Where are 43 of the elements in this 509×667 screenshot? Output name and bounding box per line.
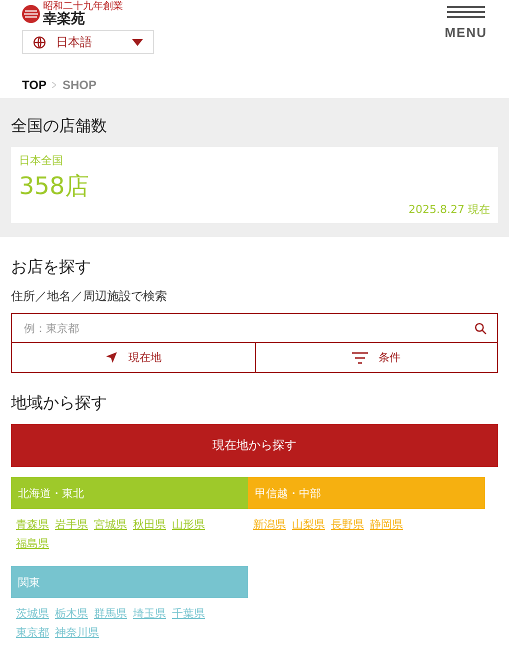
prefecture-link[interactable]: 秋田県	[133, 516, 166, 533]
prefecture-link[interactable]: 長野県	[331, 516, 364, 533]
prefecture-link[interactable]: 東京都	[16, 624, 49, 641]
prefecture-link[interactable]: 山形県	[172, 516, 205, 533]
search-nearby-button[interactable]: 現在地から探す	[11, 424, 498, 467]
store-count: 358店	[19, 171, 90, 202]
section-title: 地域から探す	[11, 393, 108, 414]
prefecture-link[interactable]: 静岡県	[370, 516, 403, 533]
prefecture-link[interactable]: 福島県	[16, 535, 49, 552]
caret-icon	[132, 38, 143, 46]
region-header: 関東	[11, 566, 248, 598]
search-field[interactable]: 例：東京都	[11, 313, 498, 343]
chevron-icon	[52, 82, 56, 88]
prefecture-link[interactable]: 宮城県	[94, 516, 127, 533]
prefecture-link[interactable]: 新潟県	[253, 516, 286, 533]
as-of-date: 2025.8.27 現在	[408, 202, 490, 217]
region-header: 北海道・東北	[11, 477, 248, 509]
prefecture-link[interactable]: 群馬県	[94, 605, 127, 622]
breadcrumb-link[interactable]: SHOP	[62, 78, 96, 92]
prefecture-link[interactable]: 栃木県	[55, 605, 88, 622]
prefecture-link[interactable]: 山梨県	[292, 516, 325, 533]
prefecture-link[interactable]: 茨城県	[16, 605, 49, 622]
menu-icon	[446, 6, 485, 21]
area-label: 日本全国	[19, 153, 64, 168]
section-title: 全国の店舗数	[11, 116, 108, 137]
prefecture-link[interactable]: 青森県	[16, 516, 49, 533]
breadcrumb-link[interactable]: TOP	[22, 78, 46, 92]
prefecture-link[interactable]: 千葉県	[172, 605, 205, 622]
search-icon[interactable]	[474, 322, 487, 334]
logo-name[interactable]: 幸楽苑	[43, 12, 123, 26]
language-select[interactable]: 日本語	[22, 30, 154, 54]
logo-tagline: 昭和二十九年創業	[43, 2, 123, 12]
filter-icon	[352, 352, 368, 364]
section-title: お店を探す	[11, 257, 92, 278]
search-label: 住所／地名／周辺施設で検索	[11, 288, 168, 305]
prefecture-link[interactable]: 埼玉県	[133, 605, 166, 622]
prefecture-link[interactable]: 岩手県	[55, 516, 88, 533]
navigation-arrow-icon	[105, 351, 118, 364]
prefecture-link[interactable]: 神奈川県	[55, 624, 99, 641]
menu-button[interactable]: MENU	[444, 2, 487, 68]
region-header: 甲信越・中部	[248, 477, 485, 509]
globe-icon	[33, 36, 46, 48]
logo-emblem-icon	[22, 5, 40, 23]
